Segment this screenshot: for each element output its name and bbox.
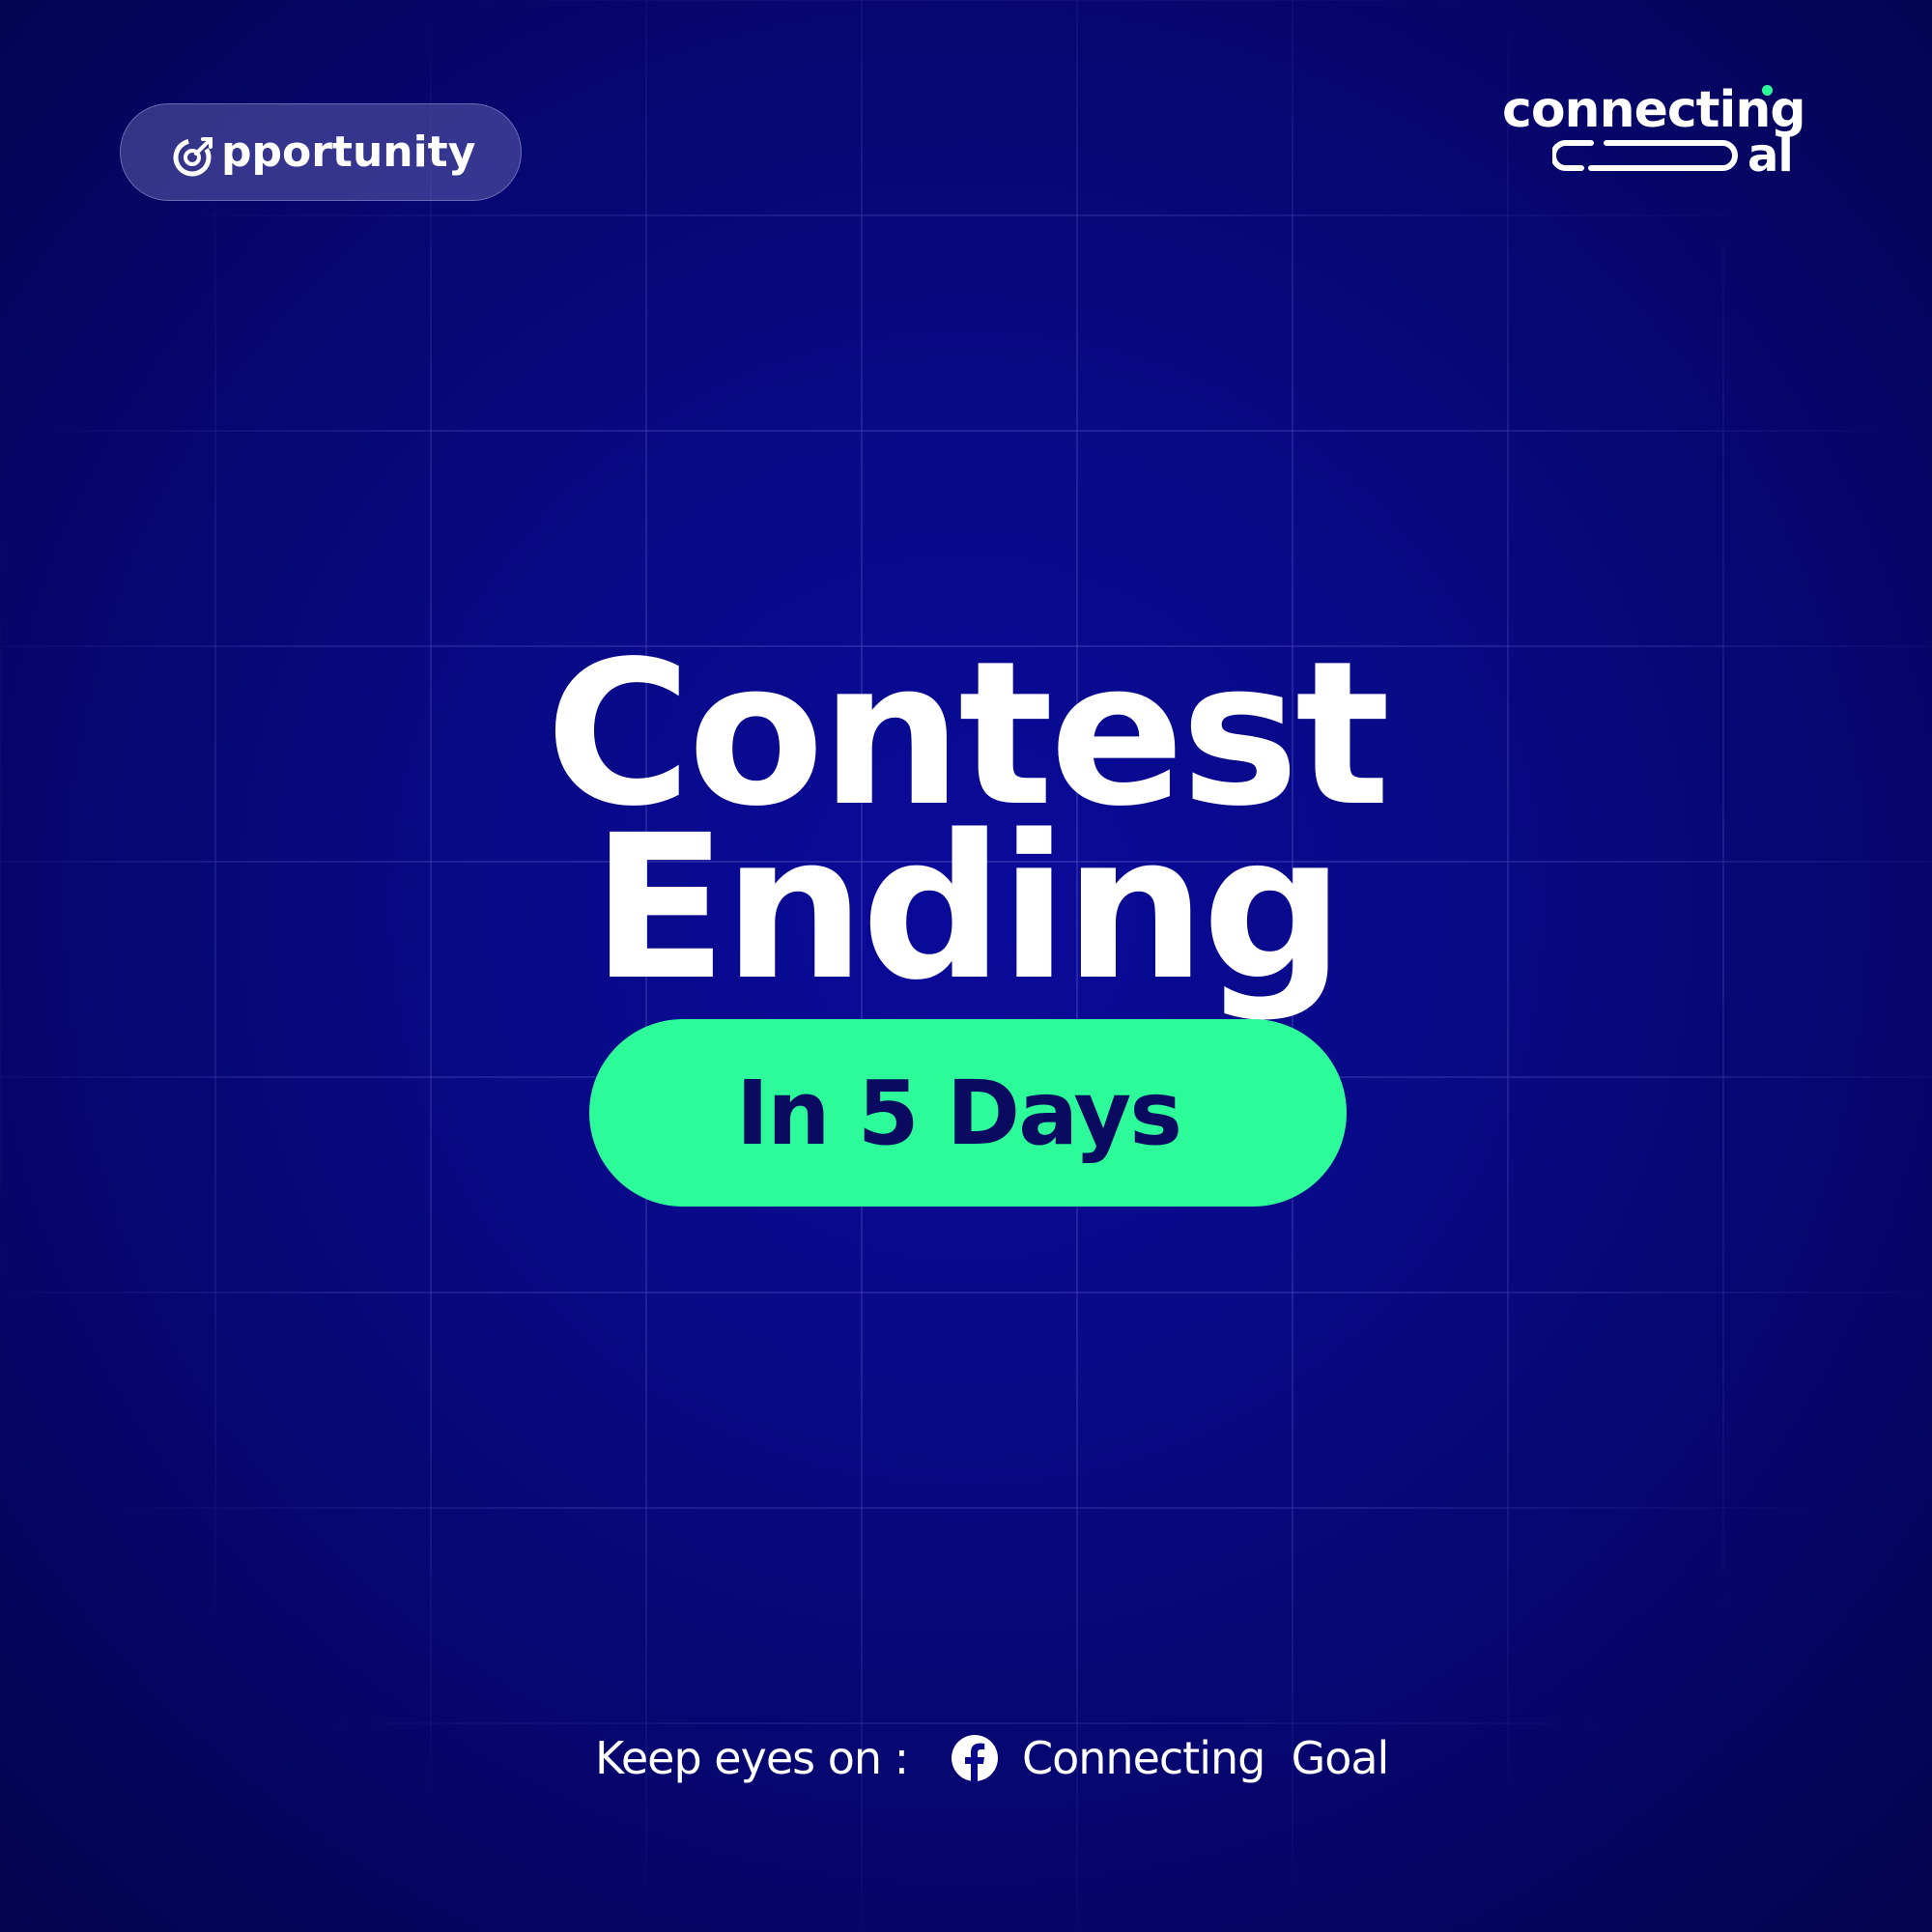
countdown-text: In 5 Days <box>735 1061 1182 1165</box>
facebook-icon <box>952 1735 998 1782</box>
logo-accent-dot <box>1762 85 1773 96</box>
headline-line2: Ending <box>591 792 1345 1024</box>
opportunity-badge: pportunity <box>120 103 522 201</box>
opportunity-text: pportunity <box>221 128 476 177</box>
logo-line2-text: al <box>1747 128 1794 183</box>
connecting-goal-logo: connecting al <box>1502 81 1811 180</box>
opportunity-logo-icon <box>173 136 213 176</box>
countdown-badge: In 5 Days <box>589 1019 1347 1207</box>
footer-page-name: Connecting Goal <box>1022 1732 1389 1784</box>
footer-label: Keep eyes on : <box>595 1732 909 1784</box>
footer: Keep eyes on : Connecting Goal <box>0 1729 1932 1787</box>
logo-line2: al <box>1502 131 1811 180</box>
